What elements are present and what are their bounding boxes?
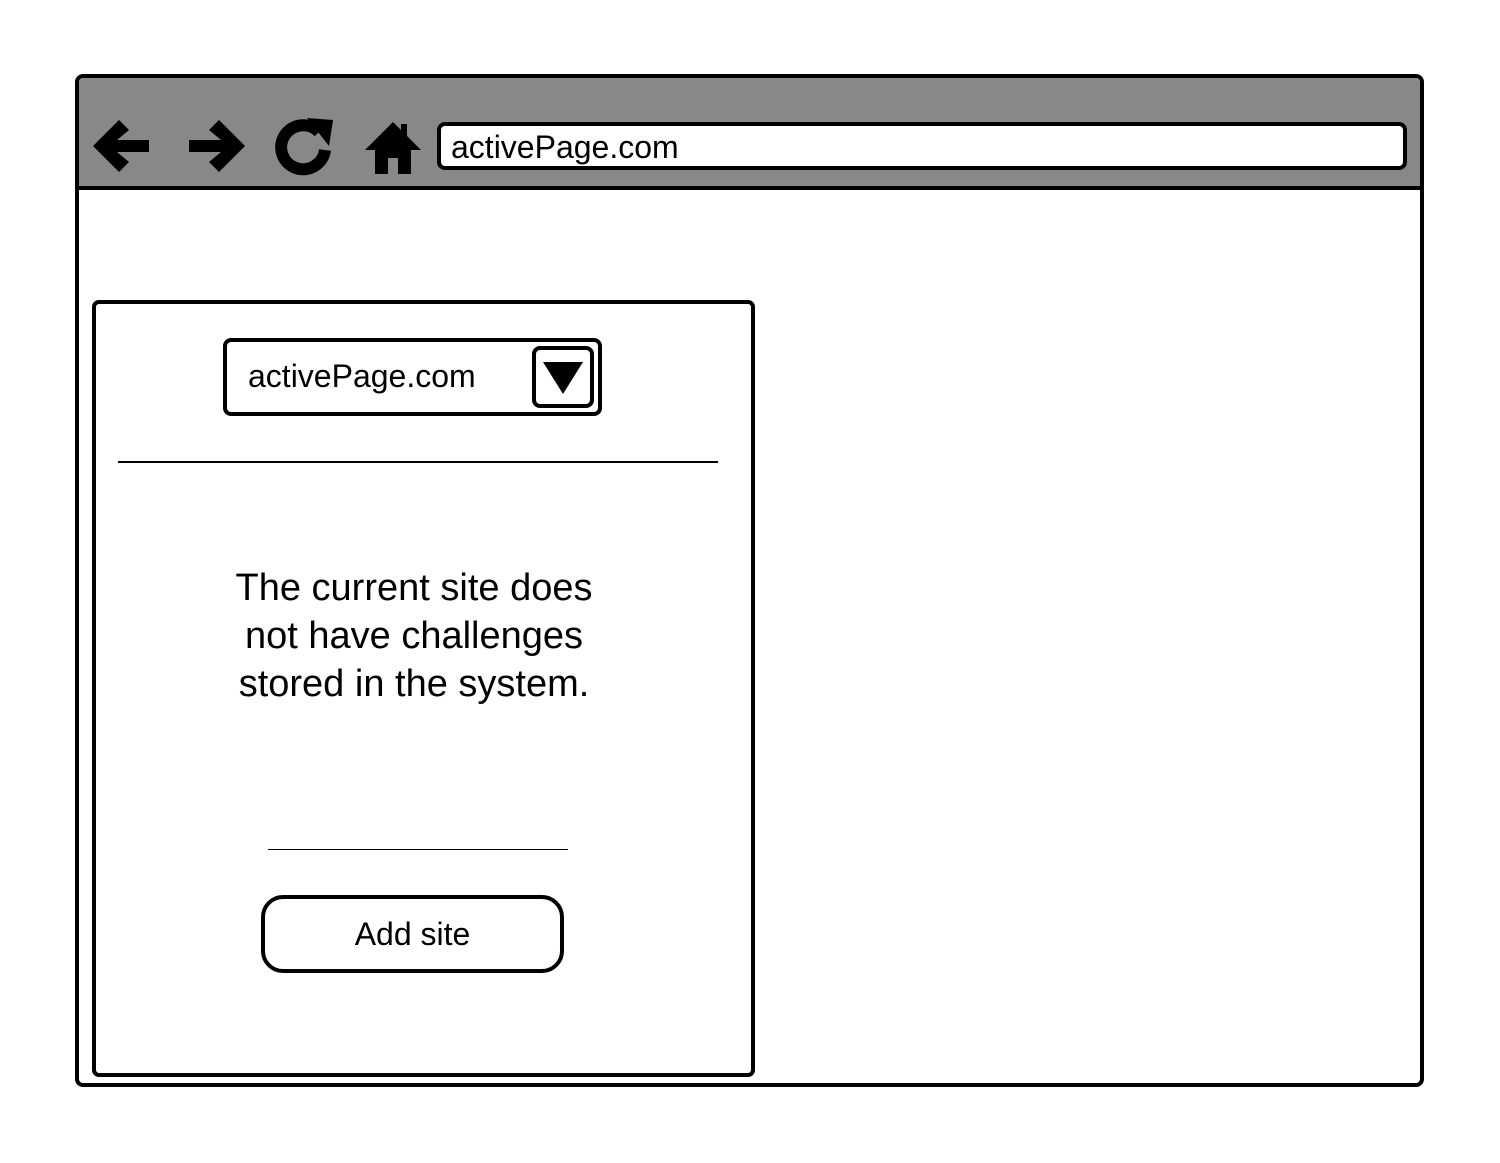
back-arrow-icon[interactable] — [89, 114, 153, 178]
site-select[interactable]: activePage.com — [223, 338, 602, 416]
divider — [118, 461, 718, 463]
empty-state-message: The current site does not have challenge… — [235, 567, 593, 705]
dropdown-button[interactable] — [532, 346, 594, 408]
divider — [268, 849, 568, 850]
add-site-button[interactable]: Add site — [261, 895, 564, 973]
extension-panel: activePage.com The current site does not… — [92, 300, 755, 1077]
address-bar[interactable] — [437, 122, 1407, 170]
home-icon[interactable] — [361, 114, 425, 178]
browser-window: activePage.com The current site does not… — [75, 74, 1424, 1087]
site-select-value: activePage.com — [248, 358, 476, 394]
reload-icon[interactable] — [271, 114, 335, 178]
forward-arrow-icon[interactable] — [185, 114, 249, 178]
triangle-down-icon — [543, 362, 583, 394]
browser-toolbar — [79, 78, 1420, 190]
